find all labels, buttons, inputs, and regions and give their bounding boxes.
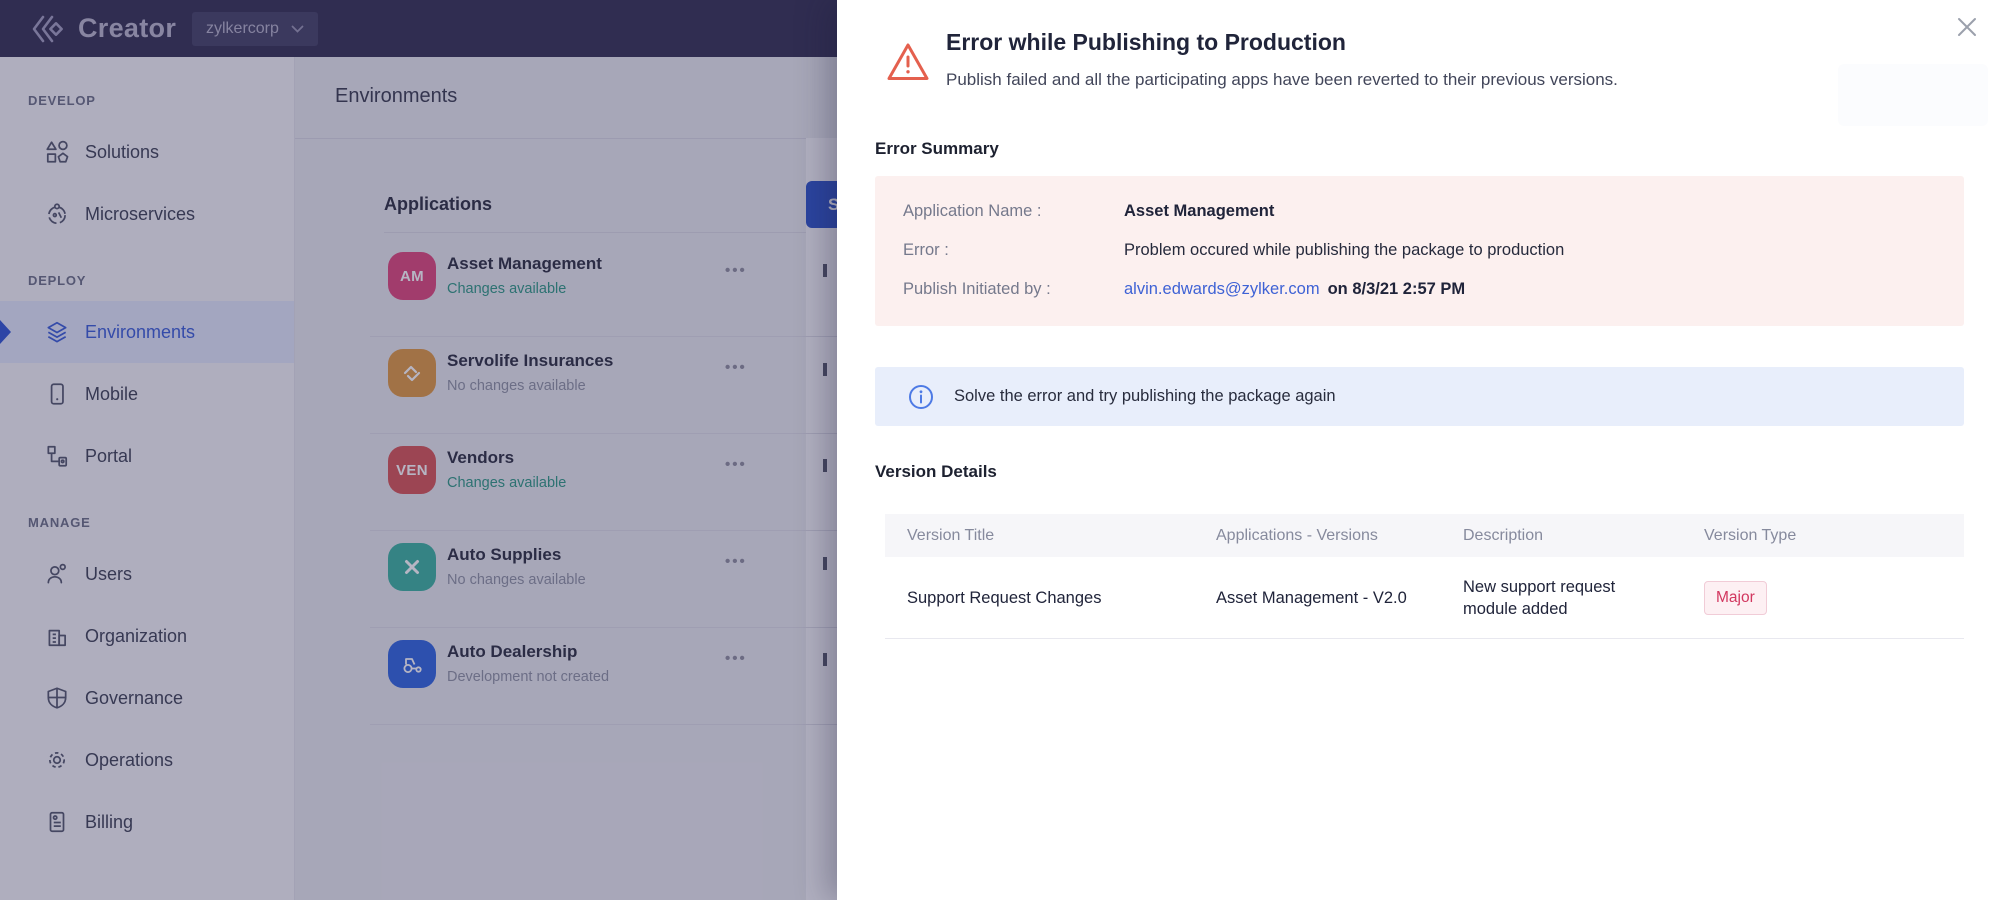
- warning-triangle-icon: [884, 38, 932, 86]
- initiator-email-link[interactable]: alvin.edwards@zylker.com: [1124, 276, 1320, 302]
- close-button[interactable]: [1952, 12, 1982, 42]
- column-header: Version Title: [885, 527, 1194, 545]
- version-type-cell: Major: [1682, 571, 1964, 625]
- version-details-heading: Version Details: [875, 462, 997, 482]
- field-label: Application Name :: [903, 198, 1124, 224]
- version-type-badge: Major: [1704, 581, 1767, 615]
- info-banner: Solve the error and try publishing the p…: [875, 367, 1964, 426]
- column-header: Version Type: [1682, 527, 1964, 545]
- modal-subtitle: Publish failed and all the participating…: [946, 70, 1618, 90]
- error-summary-box: Application Name : Asset Management Erro…: [875, 176, 1964, 326]
- error-summary-heading: Error Summary: [875, 139, 999, 159]
- application-name-value: Asset Management: [1124, 198, 1274, 224]
- info-icon: [908, 384, 934, 410]
- applications-versions-cell: Asset Management - V2.0: [1194, 577, 1441, 619]
- modal-title: Error while Publishing to Production: [946, 29, 1346, 56]
- faded-button-placeholder: [1838, 64, 1988, 126]
- close-icon: [1955, 15, 1979, 39]
- error-modal: Error while Publishing to Production Pub…: [837, 0, 2000, 900]
- field-label: Publish Initiated by :: [903, 276, 1124, 302]
- publish-timestamp: on 8/3/21 2:57 PM: [1328, 276, 1466, 302]
- column-header: Applications - Versions: [1194, 527, 1441, 545]
- modal-dim-overlay: [0, 0, 837, 900]
- error-message-value: Problem occured while publishing the pac…: [1124, 237, 1564, 263]
- version-title-cell: Support Request Changes: [885, 577, 1194, 619]
- column-header: Description: [1441, 527, 1682, 545]
- table-header-row: Version Title Applications - Versions De…: [885, 514, 1964, 557]
- error-summary-row: Application Name : Asset Management: [903, 198, 1964, 224]
- table-row: Support Request Changes Asset Management…: [885, 557, 1964, 639]
- error-summary-row: Publish Initiated by : alvin.edwards@zyl…: [903, 276, 1964, 302]
- error-summary-row: Error : Problem occured while publishing…: [903, 237, 1964, 263]
- app-screen: Creator zylkercorp DEVELOP Solutions Mic…: [0, 0, 2000, 900]
- description-cell: New support request module added: [1441, 566, 1682, 630]
- version-details-table: Version Title Applications - Versions De…: [885, 514, 1964, 639]
- info-banner-text: Solve the error and try publishing the p…: [954, 387, 1336, 406]
- field-label: Error :: [903, 237, 1124, 263]
